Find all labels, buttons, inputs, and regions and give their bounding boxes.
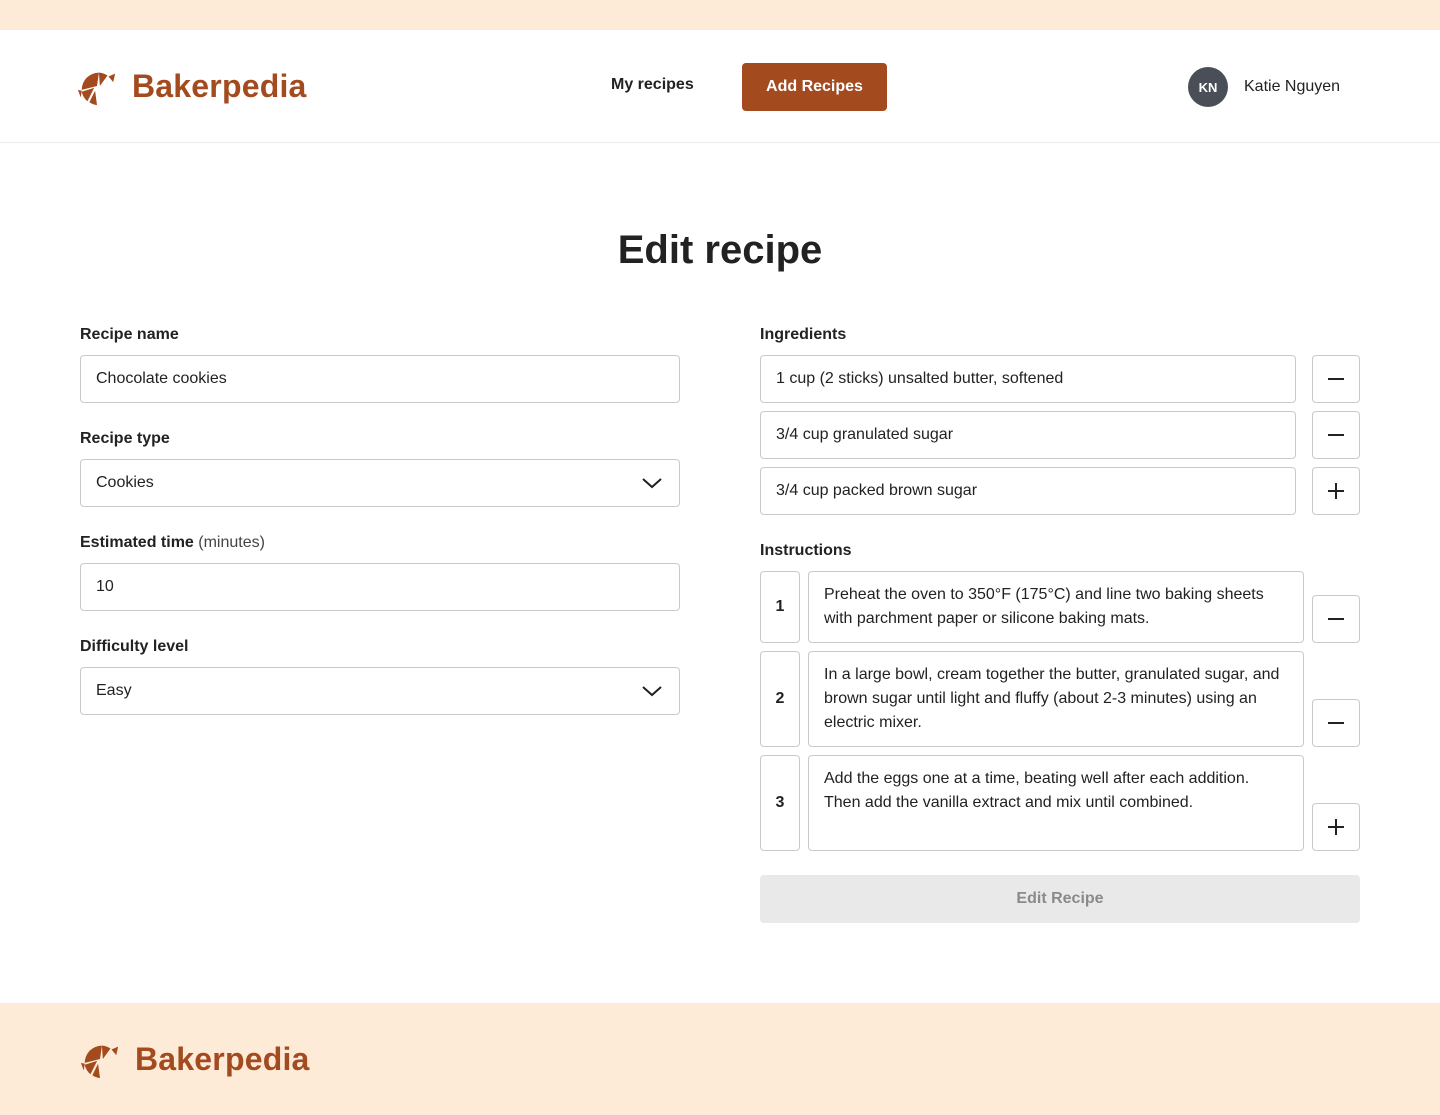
plus-icon	[1328, 483, 1344, 499]
footer-brand-name: Bakerpedia	[135, 1040, 310, 1077]
recipe-type-label: Recipe type	[80, 430, 170, 447]
ingredient-input[interactable]	[760, 411, 1296, 459]
croissant-icon	[79, 1038, 121, 1080]
chevron-down-icon	[642, 686, 662, 697]
avatar: KN	[1188, 67, 1228, 107]
estimated-time-label: Estimated time (minutes)	[80, 534, 265, 552]
nav-my-recipes[interactable]: My recipes	[611, 76, 694, 94]
step-text-field[interactable]: Preheat the oven to 350°F (175°C) and li…	[808, 571, 1304, 643]
ingredients-label: Ingredients	[760, 326, 847, 343]
instructions-label: Instructions	[760, 542, 852, 559]
estimated-time-input[interactable]	[80, 563, 680, 611]
plus-icon	[1328, 819, 1344, 835]
edit-recipe-button[interactable]: Edit Recipe	[760, 875, 1360, 923]
minus-icon	[1328, 434, 1344, 436]
step-number: 2	[760, 651, 800, 747]
estimated-time-label-text: Estimated time	[80, 534, 194, 551]
minus-icon	[1328, 378, 1344, 380]
step-number: 1	[760, 571, 800, 643]
add-recipes-button[interactable]: Add Recipes	[742, 63, 887, 111]
recipe-type-value: Cookies	[96, 474, 154, 491]
page-title: Edit recipe	[617, 228, 823, 272]
difficulty-value: Easy	[96, 682, 132, 699]
top-strip	[0, 0, 1440, 30]
step-text-field[interactable]: Add the eggs one at a time, beating well…	[808, 755, 1304, 851]
chevron-down-icon	[642, 478, 662, 489]
step-number: 3	[760, 755, 800, 851]
minus-icon	[1328, 722, 1344, 724]
site-header: Bakerpedia My recipes Add Recipes KN Kat…	[0, 30, 1440, 143]
minus-icon	[1328, 618, 1344, 620]
croissant-icon	[76, 65, 118, 107]
brand-name: Bakerpedia	[132, 67, 307, 104]
header-logo[interactable]: Bakerpedia	[76, 65, 307, 107]
recipe-type-select[interactable]: Cookies	[80, 459, 680, 507]
estimated-time-unit: (minutes)	[198, 534, 265, 551]
remove-ingredient-button[interactable]	[1312, 355, 1360, 403]
ingredient-input[interactable]	[760, 355, 1296, 403]
user-name: Katie Nguyen	[1244, 78, 1341, 95]
step-text-field[interactable]: In a large bowl, cream together the butt…	[808, 651, 1304, 747]
user-menu[interactable]: KN Katie Nguyen	[1188, 67, 1340, 107]
add-step-button[interactable]	[1312, 803, 1360, 851]
recipe-name-label: Recipe name	[80, 326, 179, 343]
ingredient-input[interactable]	[760, 467, 1296, 515]
add-ingredient-button[interactable]	[1312, 467, 1360, 515]
difficulty-label: Difficulty level	[80, 638, 189, 655]
remove-step-button[interactable]	[1312, 699, 1360, 747]
remove-step-button[interactable]	[1312, 595, 1360, 643]
recipe-name-input[interactable]	[80, 355, 680, 403]
site-footer: Bakerpedia	[0, 1003, 1440, 1115]
remove-ingredient-button[interactable]	[1312, 411, 1360, 459]
footer-logo[interactable]: Bakerpedia	[79, 1038, 310, 1080]
difficulty-select[interactable]: Easy	[80, 667, 680, 715]
